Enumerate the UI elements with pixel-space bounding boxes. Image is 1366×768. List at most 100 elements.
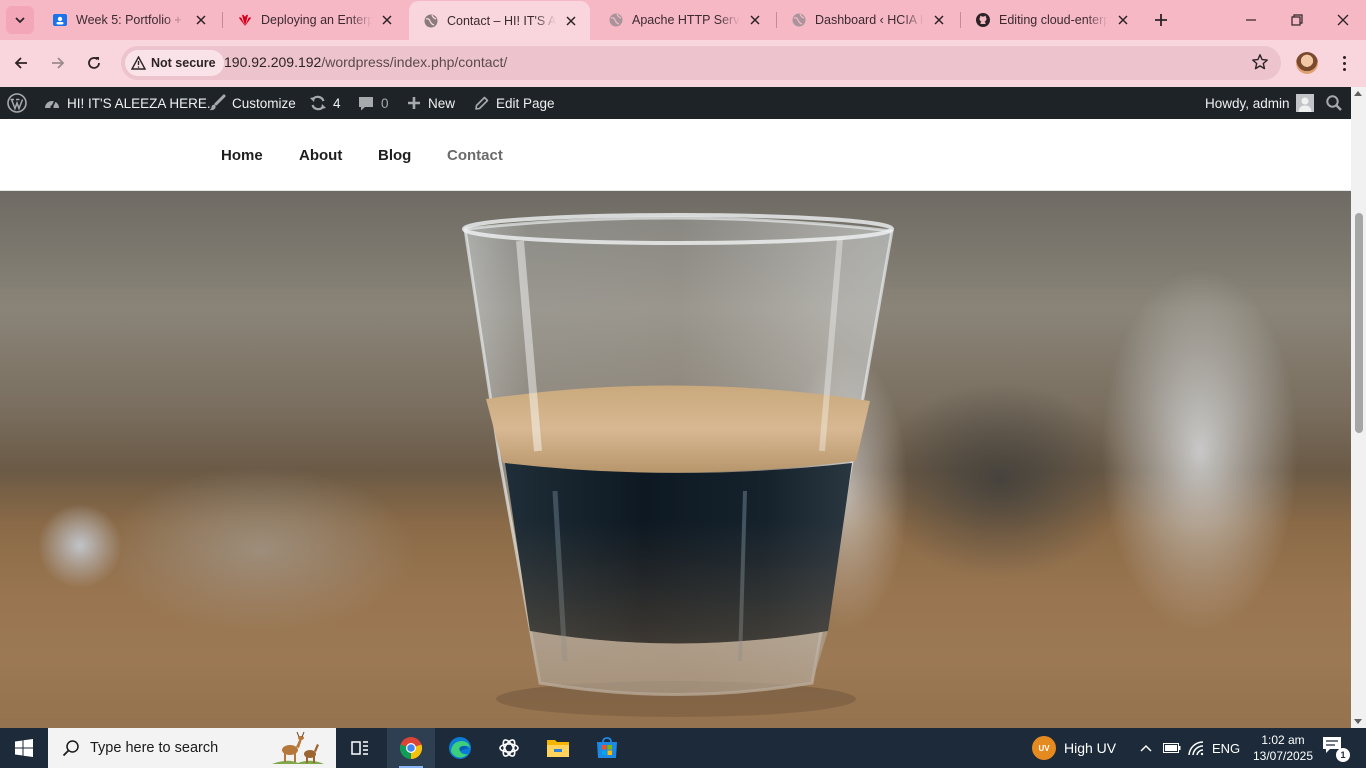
back-button[interactable] <box>6 48 36 78</box>
admin-search-icon[interactable] <box>1325 87 1343 119</box>
tab-strip: Week 5: Portfolio + M Deploying an Enter… <box>0 0 1366 40</box>
plus-icon <box>408 97 420 109</box>
hero-image <box>0 191 1351 728</box>
notification-center-icon[interactable]: 1 <box>1322 736 1350 762</box>
battery-icon[interactable] <box>1163 728 1181 768</box>
updates-icon <box>310 95 326 111</box>
windows-start-icon[interactable] <box>0 728 48 768</box>
weather-widget[interactable]: UV High UV <box>1032 728 1116 768</box>
new-tab-button[interactable] <box>1148 7 1174 33</box>
reload-icon <box>88 57 100 69</box>
dashboard-gauge-icon <box>45 100 59 109</box>
bookmark-star-icon[interactable] <box>1251 53 1269 76</box>
globe-icon <box>608 12 624 28</box>
close-icon[interactable] <box>562 12 580 30</box>
close-icon[interactable] <box>378 11 396 29</box>
close-icon[interactable] <box>930 11 948 29</box>
chevron-down-icon <box>15 17 25 24</box>
security-chip[interactable]: Not secure <box>125 50 224 76</box>
chrome-icon[interactable] <box>387 728 435 768</box>
page-scrollbar[interactable] <box>1351 87 1366 728</box>
close-icon <box>1337 14 1349 26</box>
nav-contact[interactable]: Contact <box>447 147 503 164</box>
tab-apache[interactable]: Apache HTTP Server <box>594 0 774 40</box>
my-account-link[interactable]: Howdy, admin <box>1205 87 1314 119</box>
minimize-button[interactable] <box>1228 0 1274 40</box>
url-text: 190.92.209.192/wordpress/index.php/conta… <box>224 54 507 70</box>
browser-menu-icon[interactable] <box>1334 50 1354 76</box>
updates-count: 4 <box>333 95 341 111</box>
tray-overflow-chevron-icon[interactable] <box>1139 728 1153 768</box>
chatgpt-icon[interactable] <box>485 728 533 768</box>
uv-badge: UV <box>1032 736 1056 760</box>
updates-link[interactable]: 4 <box>309 87 341 119</box>
clock-time: 1:02 am <box>1261 733 1305 747</box>
huawei-icon <box>237 12 253 28</box>
nav-home[interactable]: Home <box>221 147 263 164</box>
reload-button[interactable] <box>79 48 109 78</box>
edit-page-label: Edit Page <box>496 95 555 111</box>
forward-button[interactable] <box>43 48 73 78</box>
customize-link[interactable]: Customize <box>208 87 296 119</box>
tab-title: Dashboard ‹ HCIA HE <box>815 13 924 27</box>
site-header: Home About Blog Contact <box>0 119 1351 191</box>
restore-button[interactable] <box>1274 0 1320 40</box>
tab-title: Apache HTTP Server <box>632 13 740 27</box>
nav-about[interactable]: About <box>299 147 342 164</box>
minimize-icon <box>1246 19 1256 21</box>
scrollbar-thumb[interactable] <box>1355 213 1363 433</box>
google-classroom-icon <box>52 12 68 28</box>
new-content-link[interactable]: New <box>406 87 455 119</box>
globe-icon <box>423 13 439 29</box>
warning-triangle-icon <box>131 56 146 70</box>
scroll-up-arrow-icon[interactable] <box>1354 91 1362 96</box>
tab-search-button[interactable] <box>6 6 34 34</box>
edit-page-link[interactable]: Edit Page <box>473 87 555 119</box>
site-name: HI! IT'S ALEEZA HERE. <box>67 95 211 111</box>
close-icon[interactable] <box>1114 11 1132 29</box>
file-explorer-icon[interactable] <box>534 728 582 768</box>
edge-icon[interactable] <box>436 728 484 768</box>
comment-bubble-icon <box>359 96 373 110</box>
wordpress-logo-icon[interactable] <box>7 87 27 119</box>
nav-blog[interactable]: Blog <box>378 147 411 164</box>
tab-title: Deploying an Enterpr <box>261 13 372 27</box>
restore-icon <box>1291 14 1303 26</box>
scroll-down-arrow-icon[interactable] <box>1354 719 1362 724</box>
close-icon[interactable] <box>746 11 764 29</box>
microsoft-store-icon[interactable] <box>583 728 631 768</box>
language-indicator[interactable]: ENG <box>1212 728 1240 768</box>
address-bar[interactable]: Not secure 190.92.209.192/wordpress/inde… <box>121 46 1281 80</box>
close-window-button[interactable] <box>1320 0 1366 40</box>
taskbar-search-input[interactable]: Type here to search <box>48 728 336 768</box>
comments-count: 0 <box>381 95 389 111</box>
taskbar-clock[interactable]: 1:02 am 13/07/2025 <box>1252 732 1314 764</box>
url-host: 190.92.209.192 <box>224 54 322 70</box>
tab-contact[interactable]: Contact – HI! IT'S ALE <box>409 1 590 40</box>
tab-title: Week 5: Portfolio + M <box>76 13 186 27</box>
tab-deploying[interactable]: Deploying an Enterpr <box>223 0 406 40</box>
search-icon <box>62 739 80 757</box>
forward-arrow-icon <box>52 57 65 69</box>
site-name-link[interactable]: HI! IT'S ALEEZA HERE. <box>43 87 211 119</box>
tab-title: Contact – HI! IT'S ALE <box>447 13 556 28</box>
clock-date: 13/07/2025 <box>1252 749 1314 763</box>
back-arrow-icon <box>14 57 27 69</box>
url-path: /wordpress/index.php/contact/ <box>321 54 508 70</box>
security-label: Not secure <box>151 56 216 70</box>
comments-link[interactable]: 0 <box>357 87 389 119</box>
profile-avatar[interactable] <box>1296 52 1318 74</box>
close-icon[interactable] <box>192 11 210 29</box>
plus-icon <box>1155 14 1167 26</box>
tab-editing[interactable]: Editing cloud-enterp <box>961 0 1142 40</box>
tab-dashboard[interactable]: Dashboard ‹ HCIA HE <box>777 0 958 40</box>
paintbrush-icon <box>209 94 226 111</box>
wifi-icon[interactable] <box>1187 728 1205 768</box>
pencil-icon <box>475 96 489 110</box>
tab-week5[interactable]: Week 5: Portfolio + M <box>38 0 220 40</box>
task-view-icon[interactable] <box>336 728 384 768</box>
wp-admin-bar: HI! IT'S ALEEZA HERE. Customize 4 0 New … <box>0 87 1351 119</box>
tab-title: Editing cloud-enterp <box>999 13 1108 27</box>
notification-count: 1 <box>1336 748 1350 762</box>
howdy-text: Howdy, admin <box>1205 95 1290 111</box>
